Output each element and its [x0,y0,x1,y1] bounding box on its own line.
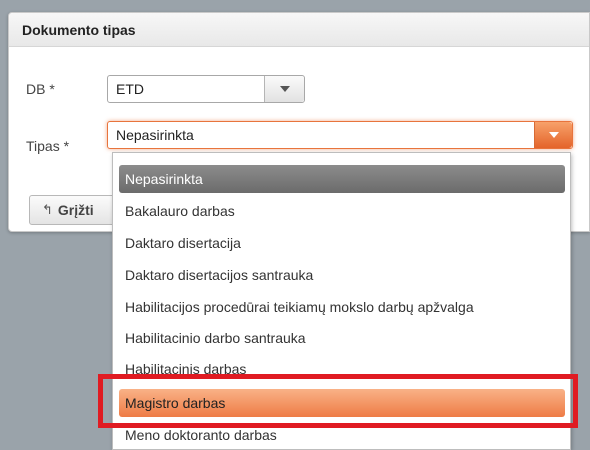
option-habilitacinis-darbas[interactable]: Habilitacinis darbas [119,355,565,383]
db-select-value: ETD [116,81,144,97]
chevron-down-icon [548,132,559,138]
back-button[interactable]: ↰ Grįžti [29,195,121,225]
db-select-toggle[interactable] [264,76,304,102]
option-nepasirinkta[interactable]: Nepasirinkta [119,165,565,193]
db-select[interactable]: ETD [107,75,305,103]
option-meno-doktoranto-darbas[interactable]: Meno doktoranto darbas [119,421,565,449]
option-daktaro-disertacija[interactable]: Daktaro disertacija [119,229,565,257]
tipas-select-value: Nepasirinkta [116,127,194,143]
option-daktaro-disertacijos-santrauka[interactable]: Daktaro disertacijos santrauka [119,261,565,289]
tipas-select[interactable]: Nepasirinkta [107,121,573,149]
back-button-label: Grįžti [57,202,94,218]
panel-title: Dokumento tipas [22,22,136,38]
panel-header: Dokumento tipas [9,13,589,47]
option-bakalauro-darbas[interactable]: Bakalauro darbas [119,197,565,225]
tipas-dropdown-list[interactable]: Nepasirinkta Bakalauro darbas Daktaro di… [112,152,571,450]
tipas-label: Tipas * [26,138,70,154]
option-magistro-darbas[interactable]: Magistro darbas [119,389,565,417]
chevron-down-icon [279,86,290,92]
tipas-select-toggle[interactable] [534,122,572,148]
db-label: DB * [26,81,55,97]
back-arrow-icon: ↰ [42,202,53,217]
option-habilitacinio-darbo-santrauka[interactable]: Habilitacinio darbo santrauka [119,324,565,352]
option-habilitacijos-proceduros-apzvalga[interactable]: Habilitacijos procedūrai teikiamų mokslo… [119,293,565,321]
